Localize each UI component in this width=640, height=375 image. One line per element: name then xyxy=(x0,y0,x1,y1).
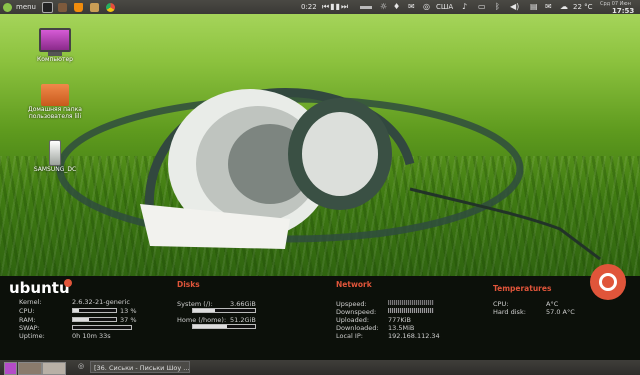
uploaded-label: Uploaded: xyxy=(336,316,370,324)
chat-icon[interactable]: ✉ xyxy=(408,0,415,14)
disk-system-bar xyxy=(192,308,256,313)
swap-bar xyxy=(72,325,132,330)
file-manager-icon[interactable] xyxy=(58,0,67,14)
disk-home-value: 51.2GiB xyxy=(230,316,256,324)
kernel-value: 2.6.32-21-generic xyxy=(72,298,130,306)
disk-home-bar xyxy=(192,324,256,329)
cpu-bar xyxy=(72,308,117,313)
disk-system-value: 3.66GiB xyxy=(230,300,256,308)
downloaded-value: 13.5MiB xyxy=(388,324,415,332)
ram-value: 37 % xyxy=(120,316,137,324)
disks-title: Disks xyxy=(177,280,200,289)
media-controls[interactable]: ⏮▮▮⏭ xyxy=(322,0,349,14)
show-desktop-icon[interactable] xyxy=(4,362,17,375)
ram-bar xyxy=(72,317,117,322)
battery-icon[interactable]: ▭ xyxy=(478,0,486,14)
bottom-taskbar: ◎ [36. Сиськи - Письки Шоу ... xyxy=(0,360,640,375)
bell-icon[interactable]: ♦ xyxy=(393,0,400,14)
headphones-image xyxy=(56,88,601,261)
uptime-value: 0h 10m 33s xyxy=(72,332,111,340)
swap-label: SWAP: xyxy=(19,324,40,332)
workspace-2[interactable] xyxy=(42,362,66,375)
temp-disk-value: 57.0 A°C xyxy=(546,308,575,316)
upspeed-label: Upspeed: xyxy=(336,300,367,308)
audio-icon[interactable]: ♪ xyxy=(462,0,467,14)
ubuntu-menu-icon[interactable] xyxy=(3,0,12,14)
ubuntu-logo-text: ubuntu xyxy=(9,279,70,297)
menu-button[interactable]: menu xyxy=(16,0,36,14)
temperatures-title: Temperatures xyxy=(493,284,552,293)
bluetooth-icon[interactable]: ᛒ xyxy=(495,0,500,14)
track-time: 0:22 xyxy=(301,3,317,11)
ram-bar-fill xyxy=(73,318,89,321)
weather-icon[interactable]: ☁ xyxy=(560,0,568,14)
top-panel: menu 0:22 ⏮▮▮⏭ ☼ ♦ ✉ ◎ США ♪ ▭ ᛒ ◀) ▤ ✉ … xyxy=(0,0,640,15)
ram-label: RAM: xyxy=(19,316,36,324)
downspeed-label: Downspeed: xyxy=(336,308,377,316)
home-folder-icon xyxy=(41,84,69,106)
downloaded-label: Downloaded: xyxy=(336,324,379,332)
volume-icon[interactable]: ◀) xyxy=(510,0,519,14)
cpu-label: CPU: xyxy=(19,307,35,315)
workspace-1[interactable] xyxy=(18,362,42,375)
sun-icon[interactable]: ☼ xyxy=(380,0,387,14)
desktop-icon-label: Домашняя папка пользователя lili xyxy=(28,106,82,120)
temp-disk-label: Hard disk: xyxy=(493,308,526,316)
local-ip-label: Local IP: xyxy=(336,332,363,340)
package-icon[interactable] xyxy=(90,0,99,14)
keyboard-layout[interactable]: США xyxy=(436,0,453,14)
conky-panel: ubuntu Kernel: 2.6.32-21-generic CPU: 13… xyxy=(0,264,640,360)
progress-icon xyxy=(360,0,372,14)
clock-readout[interactable]: 17:53 xyxy=(612,4,634,18)
clipboard-icon[interactable]: ▤ xyxy=(530,0,538,14)
ubuntu-circle-logo-icon xyxy=(590,264,626,300)
cpu-bar-fill xyxy=(73,309,79,312)
desktop-icon-label: SAMSUNG_DC xyxy=(33,166,77,173)
temp-cpu-label: CPU: xyxy=(493,300,509,308)
desktop-icon-label: Компьютер xyxy=(37,56,73,63)
desktop-icon-home[interactable]: Домашняя папка пользователя lili xyxy=(20,84,90,120)
disk-home-label: Home (/home): xyxy=(177,316,227,324)
desktop-wallpaper xyxy=(0,14,640,276)
ubuntu-logo-icon xyxy=(64,279,72,287)
terminal-icon[interactable] xyxy=(42,0,53,14)
local-ip-value: 192.168.112.34 xyxy=(388,332,440,340)
temp-cpu-value: A°C xyxy=(546,300,559,308)
cpu-value: 13 % xyxy=(120,307,137,315)
mail-icon[interactable]: ✉ xyxy=(545,0,552,14)
network-icon[interactable]: ◎ xyxy=(423,0,430,14)
chrome-icon[interactable] xyxy=(106,0,115,14)
taskbar-window-button[interactable]: [36. Сиськи - Письки Шоу ... xyxy=(90,361,190,373)
usb-drive-icon xyxy=(49,140,61,166)
vlc-icon[interactable] xyxy=(74,0,83,14)
disk-system-bar-fill xyxy=(193,309,215,312)
kernel-label: Kernel: xyxy=(19,298,42,306)
disk-home-bar-fill xyxy=(193,325,228,328)
uploaded-value: 777KiB xyxy=(388,316,411,324)
temperature-readout[interactable]: 22 °C xyxy=(573,0,593,14)
disk-system-label: System (/): xyxy=(177,300,213,308)
desktop-icon-computer[interactable]: Компьютер xyxy=(20,28,90,63)
network-title: Network xyxy=(336,280,372,289)
upspeed-graph xyxy=(388,300,434,305)
uptime-label: Uptime: xyxy=(19,332,45,340)
media-player-icon: ◎ xyxy=(78,362,85,370)
desktop-icon-usb[interactable]: SAMSUNG_DC xyxy=(20,140,90,173)
computer-icon xyxy=(39,28,71,52)
downspeed-graph xyxy=(388,308,434,313)
